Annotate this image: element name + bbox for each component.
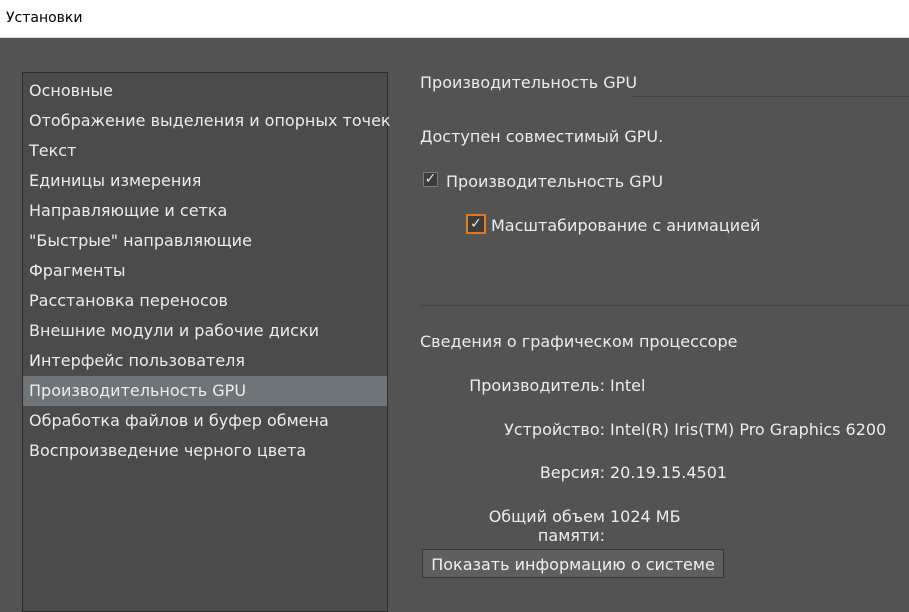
sidebar-item-guides-grid[interactable]: Направляющие и сетка [23,196,387,226]
sidebar-item-hyphenation[interactable]: Расстановка переносов [23,286,387,316]
sidebar-item-general[interactable]: Основные [23,76,387,106]
compatible-gpu-text: Доступен совместимый GPU. [420,127,664,146]
section-divider [632,96,909,97]
memory-label: Общий объем памяти: [488,507,605,545]
sidebar-item-type[interactable]: Текст [23,136,387,166]
sidebar-item-file-handling-clipboard[interactable]: Обработка файлов и буфер обмена [23,406,387,436]
gpu-performance-checkbox[interactable]: ✓ [423,172,438,187]
gpu-performance-checkbox-label[interactable]: Производительность GPU [446,172,663,191]
sidebar-item-slices[interactable]: Фрагменты [23,256,387,286]
window-title: Установки [6,10,83,26]
sidebar-item-plugins-scratch-disks[interactable]: Внешние модули и рабочие диски [23,316,387,346]
show-system-info-button[interactable]: Показать информацию о системе [422,549,724,578]
sidebar-item-selection-anchor-display[interactable]: Отображение выделения и опорных точек [23,106,391,136]
animated-zoom-checkbox[interactable]: ✓ [466,214,486,234]
vendor-label: Производитель: [469,376,605,395]
preferences-category-list[interactable]: Основные Отображение выделения и опорных… [22,72,391,612]
gpu-info-heading: Сведения о графическом процессоре [420,332,738,351]
device-label: Устройство: [504,420,605,439]
device-value: Intel(R) Iris(TM) Pro Graphics 6200 [610,420,887,439]
sidebar-item-user-interface[interactable]: Интерфейс пользователя [23,346,387,376]
sidebar-item-black-appearance[interactable]: Воспроизведение черного цвета [23,436,387,466]
sidebar-item-smart-guides[interactable]: "Быстрые" направляющие [23,226,387,256]
section-title: Производительность GPU [420,73,638,92]
animated-zoom-checkbox-label[interactable]: Масштабирование с анимацией [491,216,760,235]
sidebar-item-gpu-performance[interactable]: Производительность GPU [23,376,387,406]
memory-value: 1024 МБ [610,507,681,526]
sidebar-item-units[interactable]: Единицы измерения [23,166,387,196]
info-divider [420,305,909,306]
gpu-performance-panel: Производительность GPU Доступен совмести… [420,0,909,599]
vendor-value: Intel [610,376,646,395]
version-value: 20.19.15.4501 [610,463,728,482]
version-label: Версия: [539,463,605,482]
